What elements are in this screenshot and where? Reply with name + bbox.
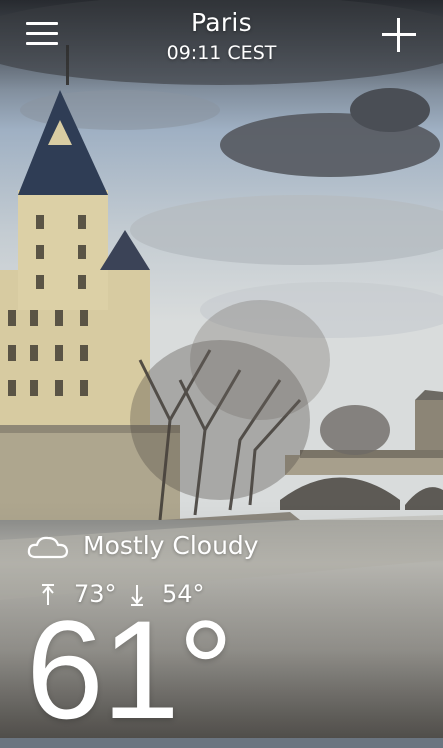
- add-location-button[interactable]: [380, 16, 418, 54]
- local-time: 09:11 CEST: [166, 42, 277, 64]
- condition-text: Mostly Cloudy: [83, 531, 259, 560]
- condition-row: Mostly Cloudy: [26, 528, 426, 568]
- cloud-icon: [27, 536, 69, 559]
- top-bar: Paris 09:11 CEST: [0, 0, 443, 80]
- city-name: Paris: [190, 8, 253, 37]
- current-temperature: 61°: [26, 591, 234, 748]
